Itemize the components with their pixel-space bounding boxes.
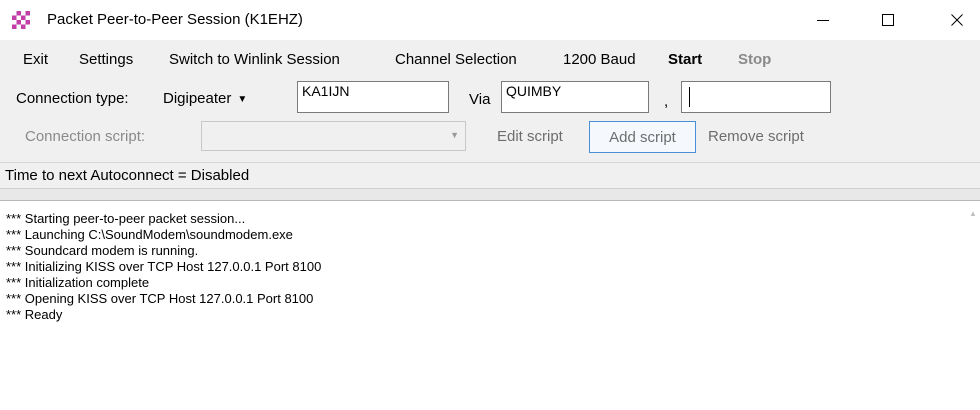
add-script-label: Add script <box>609 128 676 146</box>
connection-type-select[interactable]: Digipeater ▼ <box>163 90 247 107</box>
callsign-value: KA1IJN <box>302 83 350 99</box>
connection-script-select[interactable]: ▼ <box>201 121 466 151</box>
add-script-button[interactable]: Add script <box>589 121 696 153</box>
minimize-icon <box>817 20 829 21</box>
chevron-down-icon: ▼ <box>237 94 248 105</box>
log-lines: *** Starting peer-to-peer packet session… <box>6 211 321 323</box>
connection-type-label: Connection type: <box>16 90 129 107</box>
log-line: *** Opening KISS over TCP Host 127.0.0.1… <box>6 291 314 306</box>
menu-start[interactable]: Start <box>668 48 702 72</box>
scroll-up-icon[interactable]: ▲ <box>969 209 977 218</box>
log-line: *** Starting peer-to-peer packet session… <box>6 211 246 226</box>
title-bar: Packet Peer-to-Peer Session (K1EHZ) <box>0 0 980 40</box>
log-line: *** Ready <box>6 307 63 322</box>
chevron-down-icon: ▼ <box>450 130 459 140</box>
log-line: *** Soundcard modem is running. <box>6 243 199 258</box>
connection-script-label: Connection script: <box>25 128 146 145</box>
log-scrollbar[interactable]: ▲ <box>966 201 980 410</box>
splitter[interactable] <box>0 188 980 201</box>
minimize-button[interactable] <box>800 0 846 40</box>
via-value: QUIMBY <box>506 83 562 99</box>
close-button[interactable] <box>934 0 980 40</box>
log-line: *** Initialization complete <box>6 275 150 290</box>
via-label: Via <box>469 91 491 108</box>
menu-switch-winlink[interactable]: Switch to Winlink Session <box>169 48 340 72</box>
close-icon <box>951 14 963 26</box>
via2-input[interactable] <box>681 81 831 113</box>
text-caret <box>689 87 690 107</box>
autoconnect-status-bar: Time to next Autoconnect = Disabled <box>0 162 980 189</box>
autoconnect-status: Time to next Autoconnect = Disabled <box>5 167 250 184</box>
remove-script-button[interactable]: Remove script <box>708 128 804 145</box>
via-separator: , <box>664 93 669 110</box>
checkered-flag-icon <box>12 11 30 29</box>
connection-type-value: Digipeater <box>163 90 232 107</box>
menu-settings[interactable]: Settings <box>79 48 133 72</box>
window-title: Packet Peer-to-Peer Session (K1EHZ) <box>47 11 303 28</box>
menu-bar: Exit Settings Switch to Winlink Session … <box>0 48 980 72</box>
edit-script-button[interactable]: Edit script <box>497 128 563 145</box>
via-input[interactable]: QUIMBY <box>501 81 649 113</box>
menu-channel-selection[interactable]: Channel Selection <box>395 48 517 72</box>
log-line: *** Launching C:\SoundModem\soundmodem.e… <box>6 227 293 242</box>
maximize-icon <box>882 14 894 26</box>
menu-baud[interactable]: 1200 Baud <box>563 48 636 72</box>
session-log[interactable]: *** Starting peer-to-peer packet session… <box>0 201 966 410</box>
callsign-input[interactable]: KA1IJN <box>297 81 449 113</box>
menu-stop[interactable]: Stop <box>738 48 771 72</box>
maximize-button[interactable] <box>865 0 911 40</box>
log-line: *** Initializing KISS over TCP Host 127.… <box>6 259 322 274</box>
menu-exit[interactable]: Exit <box>23 48 48 72</box>
